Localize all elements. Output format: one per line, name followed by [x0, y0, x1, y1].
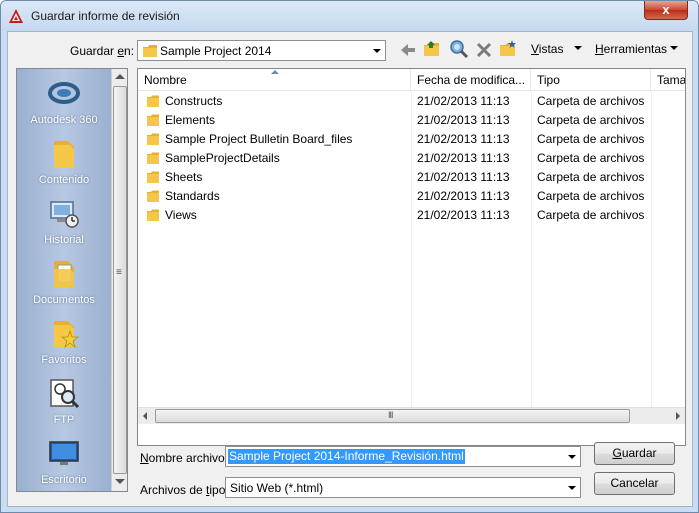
desktop-icon [49, 441, 79, 465]
places-scrollbar[interactable]: ≡ [111, 69, 127, 491]
filetype-value: Sitio Web (*.html) [230, 481, 324, 495]
scroll-right-icon[interactable] [676, 412, 680, 420]
save-in-combo[interactable]: Sample Project 2014 [137, 40, 386, 61]
file-list-hscrollbar[interactable]: III [138, 407, 685, 424]
tools-menu[interactable]: Herramientas [595, 42, 667, 56]
delete-icon[interactable] [474, 40, 494, 60]
folder-icon [147, 133, 159, 145]
scroll-left-icon[interactable] [143, 412, 147, 420]
chevron-down-icon [670, 46, 678, 50]
file-list: Nombre Fecha de modifica... Tipo Tama Co… [137, 68, 686, 446]
autodesk360-icon [48, 82, 80, 104]
place-escritorio[interactable]: Escritorio [17, 429, 111, 489]
filetype-dropdown-arrow[interactable] [564, 478, 580, 497]
places-bar: Autodesk 360 Contenido Historial Documen… [16, 68, 128, 492]
documents-icon [54, 261, 74, 287]
column-headers: Nombre Fecha de modifica... Tipo Tama [138, 69, 685, 91]
views-dropdown-arrow[interactable] [573, 44, 583, 52]
filename-dropdown-arrow[interactable] [564, 447, 580, 466]
column-header-name[interactable]: Nombre [138, 69, 411, 91]
filetype-combo[interactable]: Sitio Web (*.html) [225, 477, 581, 498]
column-header-type[interactable]: Tipo [531, 69, 651, 91]
sort-ascending-icon [271, 70, 279, 74]
table-row[interactable]: Elements 21/02/2013 11:13 Carpeta de arc… [138, 111, 685, 130]
scroll-up-icon[interactable] [115, 74, 125, 79]
scroll-down-icon[interactable] [115, 479, 125, 484]
place-favoritos[interactable]: Favoritos [17, 309, 111, 369]
chevron-down-icon [574, 46, 582, 50]
filename-input[interactable]: Sample Project 2014-Informe_Revisión.htm… [225, 446, 581, 467]
folder-icon [147, 209, 159, 221]
folder-up-icon[interactable] [422, 39, 442, 59]
tools-dropdown-arrow[interactable] [669, 44, 679, 52]
column-header-size[interactable]: Tama [651, 69, 685, 91]
folder-icon [147, 171, 159, 183]
views-menu[interactable]: Vistas [531, 42, 563, 56]
save-dialog: Guardar informe de revisión x Guardar en… [0, 0, 699, 513]
favorites-icon [54, 321, 80, 349]
dialog-body: Guardar en: Sample Project 2014 Vistas H… [7, 31, 693, 507]
folder-icon [147, 114, 159, 126]
file-list-scroll-thumb[interactable]: III [155, 409, 630, 423]
folder-icon [147, 190, 159, 202]
place-autodesk360[interactable]: Autodesk 360 [17, 69, 111, 129]
filename-label: Nombre archivo: [140, 451, 229, 465]
file-rows: Constructs 21/02/2013 11:13 Carpeta de a… [138, 92, 685, 225]
search-web-icon[interactable] [449, 39, 469, 59]
save-button[interactable]: Guardar [594, 442, 675, 465]
table-row[interactable]: Sheets 21/02/2013 11:13 Carpeta de archi… [138, 168, 685, 187]
ftp-icon [50, 379, 80, 409]
chevron-down-icon [373, 49, 381, 53]
place-documentos[interactable]: Documentos [17, 249, 111, 309]
table-row[interactable]: Views 21/02/2013 11:13 Carpeta de archiv… [138, 206, 685, 225]
column-header-date[interactable]: Fecha de modifica... [411, 69, 531, 91]
places-scroll-thumb[interactable]: ≡ [113, 86, 127, 474]
new-folder-icon[interactable] [498, 39, 518, 59]
history-icon [50, 201, 79, 228]
chevron-down-icon [568, 455, 576, 459]
save-in-label: Guardar en: [70, 44, 135, 58]
folder-icon [54, 141, 74, 167]
filetype-label: Archivos de tipo: [140, 483, 229, 497]
table-row[interactable]: Standards 21/02/2013 11:13 Carpeta de ar… [138, 187, 685, 206]
autocad-app-icon [9, 9, 23, 23]
back-arrow-icon[interactable] [398, 40, 418, 60]
title-bar[interactable]: Guardar informe de revisión x [1, 1, 698, 31]
cancel-button[interactable]: Cancelar [594, 472, 675, 495]
chevron-down-icon [568, 486, 576, 490]
folder-icon [143, 45, 157, 57]
place-historial[interactable]: Historial [17, 189, 111, 249]
places-list: Autodesk 360 Contenido Historial Documen… [17, 69, 111, 491]
table-row[interactable]: Sample Project Bulletin Board_files 21/0… [138, 130, 685, 149]
filename-value[interactable]: Sample Project 2014-Informe_Revisión.htm… [228, 449, 465, 464]
place-contenido[interactable]: Contenido [17, 129, 111, 189]
save-in-value: Sample Project 2014 [160, 44, 272, 58]
close-button[interactable]: x [644, 1, 688, 20]
table-row[interactable]: Constructs 21/02/2013 11:13 Carpeta de a… [138, 92, 685, 111]
folder-icon [147, 95, 159, 107]
table-row[interactable]: SampleProjectDetails 21/02/2013 11:13 Ca… [138, 149, 685, 168]
folder-icon [147, 152, 159, 164]
place-ftp[interactable]: FTP [17, 369, 111, 429]
window-title: Guardar informe de revisión [31, 9, 180, 23]
save-in-dropdown-arrow[interactable] [369, 41, 385, 60]
